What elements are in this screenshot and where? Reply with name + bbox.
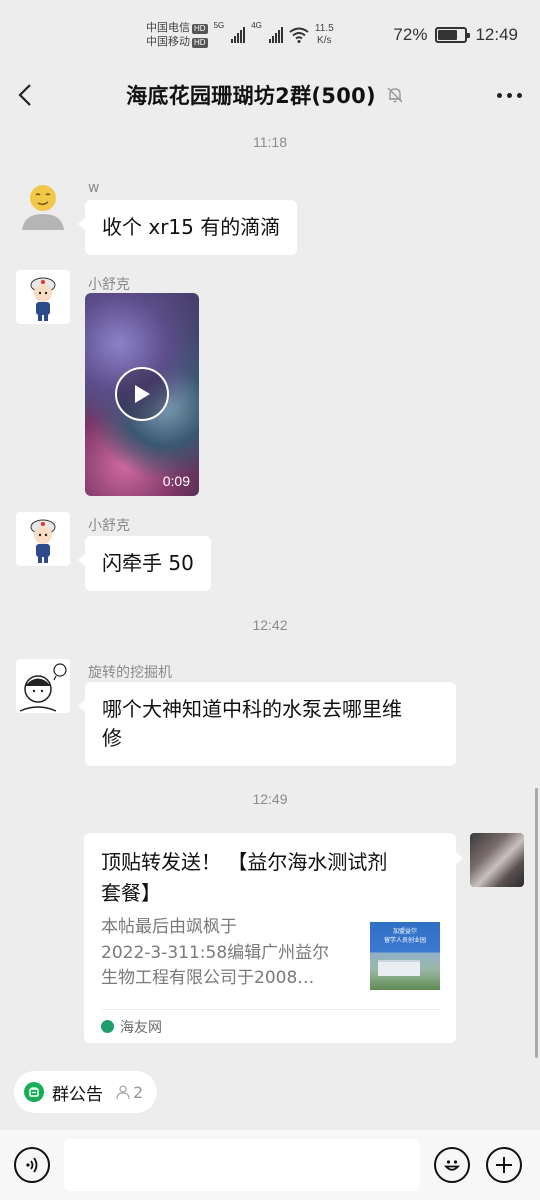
avatar[interactable] (16, 512, 70, 566)
emoji-button[interactable] (434, 1147, 470, 1183)
emoji-icon (443, 1160, 461, 1171)
more-button[interactable] (482, 75, 522, 115)
sender-name: w (88, 180, 100, 196)
card-thumbnail: 加盟益尔 留学人员创业园 (370, 922, 440, 990)
avatar-sketch-icon (16, 659, 70, 713)
wifi-icon (289, 27, 309, 43)
thumbnail-caption-line: 留学人员创业园 (383, 937, 426, 944)
signal-icon (231, 27, 246, 43)
card-title-line: 套餐】 (101, 881, 161, 905)
group-notice-chip[interactable]: 群公告 2 (14, 1071, 158, 1113)
thumbnail-building (378, 960, 420, 976)
message-text-line: 修 (102, 726, 122, 750)
card-desc-line: 2022-3-311:58编辑广州益尔 (101, 942, 330, 963)
back-button[interactable] (18, 75, 48, 115)
sender-name: 小舒克 (88, 277, 130, 293)
avatar-cartoon-icon (16, 270, 70, 324)
card-desc-line: 本帖最后由飒枫于 (101, 917, 237, 937)
play-icon (135, 385, 150, 403)
avatar[interactable] (16, 176, 70, 230)
chat-title: 海底花园珊瑚坊2群(500) (126, 84, 376, 108)
sender-name: 小舒克 (88, 518, 130, 534)
source-name: 海友网 (120, 1019, 162, 1036)
message-bubble[interactable]: 闪牵手 50 (78, 536, 211, 591)
card-source: 海友网 (101, 1009, 439, 1043)
person-icon (116, 1085, 130, 1100)
net-speed-value: 11.5 (314, 23, 334, 34)
avatar[interactable] (16, 270, 70, 324)
plus-button[interactable] (486, 1147, 522, 1183)
carrier-1: 中国电信 (146, 22, 190, 34)
card-desc-line: 生物工程有限公司于2008… (101, 968, 315, 988)
notice-count-value: 2 (133, 1082, 144, 1102)
card-title: 顶贴转发送！ 【益尔海水测试剂 套餐】 (101, 847, 440, 909)
more-dot (507, 92, 512, 98)
notice-icon (24, 1082, 44, 1102)
voice-icon (26, 1157, 38, 1173)
carrier-group: 中国电信 HD 中国移动 HD 5G 4G 11.5 K/s (146, 21, 334, 49)
status-right: 72% 12:49 (393, 25, 518, 45)
message-list[interactable]: 11:18 w 收个 xr15 有的滴滴 小舒克 0:09 小舒克 闪牵手 50… (0, 120, 540, 1060)
bell-muted-icon (387, 87, 403, 103)
network-4g-label: 4G (251, 21, 262, 30)
voice-button[interactable] (14, 1147, 50, 1183)
avatar-emoji-icon (22, 185, 64, 230)
video-message[interactable]: 0:09 (85, 293, 199, 496)
timestamp: 11:18 (253, 134, 287, 150)
thumbnail-caption-line: 加盟益尔 (392, 928, 417, 935)
hd-badge-2: HD (192, 38, 208, 48)
network-5g-label: 5G (213, 21, 225, 30)
notice-label: 群公告 (52, 1084, 103, 1105)
timestamp: 12:49 (252, 791, 288, 807)
status-bar: 中国电信 HD 中国移动 HD 5G 4G 11.5 K/s 72% 12:49 (0, 0, 540, 70)
carrier-names: 中国电信 HD 中国移动 HD (146, 21, 208, 49)
sender-name: 旋转的挖掘机 (88, 665, 172, 681)
carrier-2: 中国移动 (146, 36, 190, 48)
battery-percent: 72% (393, 25, 428, 44)
chat-header: 海底花园珊瑚坊2群(500) (0, 70, 540, 120)
hd-badge-1: HD (192, 24, 208, 34)
video-duration: 0:09 (162, 473, 190, 489)
source-logo-icon (101, 1020, 114, 1033)
chevron-left-icon (18, 84, 31, 106)
more-dot (517, 92, 522, 98)
net-speed-unit: K/s (317, 35, 332, 46)
scrollbar[interactable] (535, 788, 538, 1058)
message-bubble[interactable]: 收个 xr15 有的滴滴 (77, 200, 298, 255)
signal-icon-2 (268, 27, 283, 43)
link-card[interactable]: 顶贴转发送！ 【益尔海水测试剂 套餐】 本帖最后由飒枫于 2022-3-311:… (84, 833, 463, 1043)
thumbnail-caption: 加盟益尔 留学人员创业园 (370, 927, 440, 945)
self-avatar[interactable] (470, 833, 524, 887)
notice-count: 2 (115, 1083, 143, 1102)
timestamp: 12:42 (252, 617, 288, 633)
more-dot (497, 92, 502, 98)
plus-icon (496, 1157, 512, 1173)
title-group: 海底花园珊瑚坊2群(500) (126, 80, 404, 110)
net-speed: 11.5 K/s (315, 23, 334, 47)
avatar-cartoon-icon (16, 512, 70, 566)
message-input[interactable] (64, 1139, 420, 1191)
battery-fill (438, 30, 458, 40)
message-bubble[interactable]: 哪个大神知道中科的水泵去哪里维 修 (78, 682, 456, 766)
card-description: 本帖最后由飒枫于 2022-3-311:58编辑广州益尔 生物工程有限公司于20… (101, 915, 353, 991)
clock: 12:49 (475, 25, 518, 44)
card-body: 本帖最后由飒枫于 2022-3-311:58编辑广州益尔 生物工程有限公司于20… (101, 915, 440, 991)
card-title-line: 顶贴转发送！ 【益尔海水测试剂 (101, 850, 388, 874)
avatar[interactable] (16, 659, 70, 713)
battery-icon (435, 27, 471, 43)
input-bar (0, 1130, 540, 1200)
play-button[interactable] (115, 367, 169, 421)
message-text-line: 哪个大神知道中科的水泵去哪里维 (102, 697, 402, 721)
